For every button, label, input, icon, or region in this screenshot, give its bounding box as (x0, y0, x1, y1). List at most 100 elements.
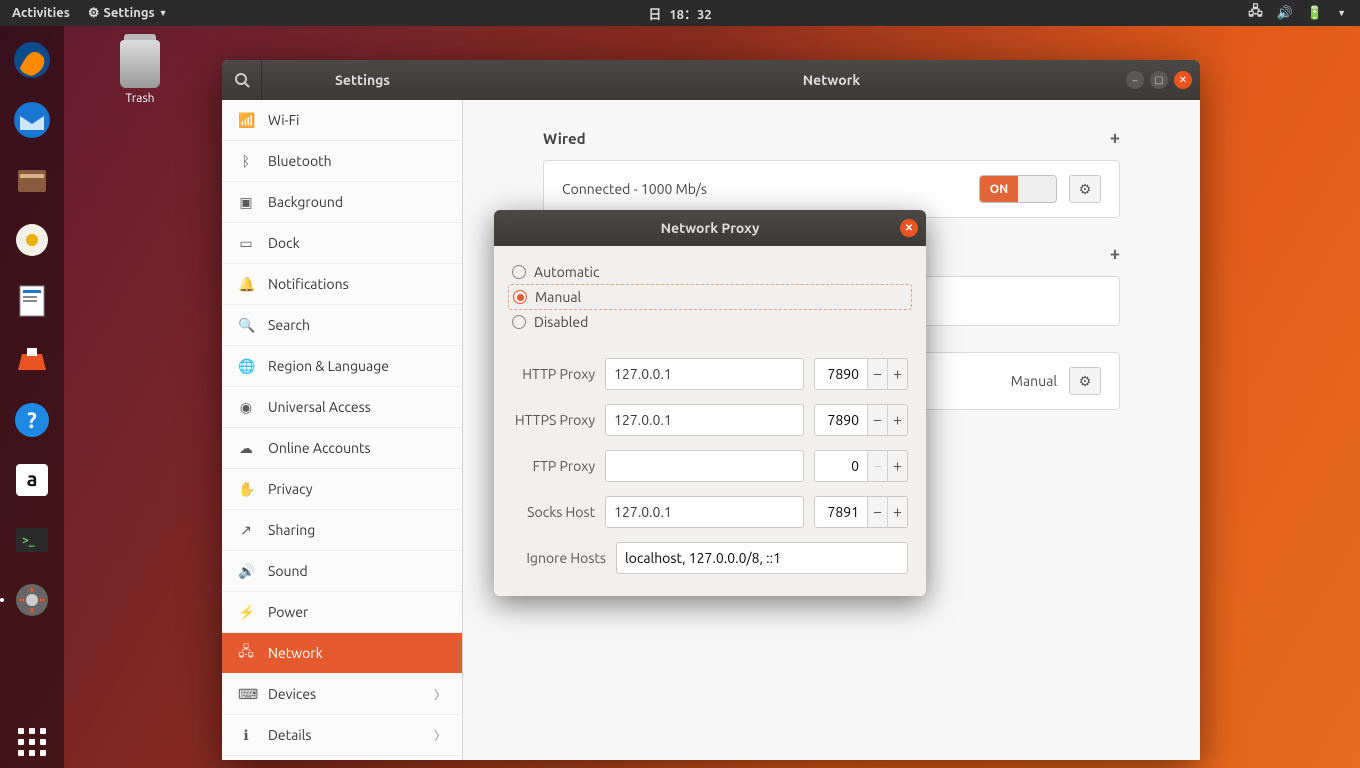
https-proxy-label: HTTPS Proxy (512, 412, 595, 428)
activities-button[interactable]: Activities (12, 6, 70, 20)
wifi-icon: 📶 (238, 112, 254, 129)
dialog-close-button[interactable]: ✕ (900, 219, 918, 237)
accessibility-icon: ◉ (238, 399, 254, 416)
gear-icon: ⚙ (88, 6, 100, 21)
dock-settings[interactable] (8, 576, 56, 624)
ignore-hosts-input[interactable] (616, 542, 908, 574)
sidebar-item-label: Power (268, 604, 308, 620)
sidebar-search-button[interactable] (222, 60, 262, 100)
search-icon: 🔍 (238, 317, 254, 334)
chevron-down-icon[interactable]: ▼ (1337, 8, 1346, 18)
volume-icon[interactable]: 🔊 (1277, 6, 1293, 21)
https-proxy-host-input[interactable] (605, 404, 804, 436)
clock-time: 18：32 (669, 4, 711, 23)
sidebar-item-background[interactable]: ▣ Background (222, 182, 462, 223)
clock-day: 日 (648, 4, 661, 23)
sidebar-item-label: Universal Access (268, 399, 371, 415)
http-proxy-port-input[interactable] (815, 359, 867, 389)
background-icon: ▣ (238, 194, 254, 211)
sidebar-item-privacy[interactable]: ✋Privacy (222, 469, 462, 510)
proxy-mode-automatic[interactable]: Automatic (512, 260, 908, 284)
add-wired-button[interactable]: + (1110, 128, 1120, 148)
sidebar-item-power[interactable]: ⚡Power (222, 592, 462, 633)
sidebar-item-wifi[interactable]: 📶Wi-Fi (222, 100, 462, 141)
dock-terminal[interactable]: >_ (8, 516, 56, 564)
hand-icon: ✋ (238, 481, 254, 498)
sidebar-item-label: Devices (268, 686, 316, 702)
port-increment-button[interactable]: + (887, 405, 907, 435)
port-decrement-button[interactable]: − (867, 405, 887, 435)
port-increment-button[interactable]: + (887, 497, 907, 527)
close-button[interactable]: ✕ (1174, 71, 1192, 89)
dock-software[interactable] (8, 336, 56, 384)
ftp-proxy-host-input[interactable] (605, 450, 804, 482)
dialog-titlebar: Network Proxy ✕ (494, 210, 926, 246)
sidebar-item-label: Background (268, 194, 343, 210)
add-vpn-button[interactable]: + (1110, 244, 1120, 264)
wired-toggle[interactable]: ON (979, 175, 1057, 203)
sidebar-item-sound[interactable]: 🔊Sound (222, 551, 462, 592)
sidebar-item-region[interactable]: 🌐 Region & Language (222, 346, 462, 387)
sidebar-item-devices[interactable]: ⌨Devices〉 (222, 674, 462, 715)
port-decrement-button[interactable]: − (867, 359, 887, 389)
trash-label: Trash (125, 92, 154, 105)
maximize-button[interactable]: ▢ (1150, 71, 1168, 89)
socks-port-input[interactable] (815, 497, 867, 527)
toggle-off-handle (1018, 176, 1056, 202)
sidebar-item-label: Sharing (268, 522, 315, 538)
app-menu[interactable]: ⚙ Settings ▼ (88, 6, 168, 21)
sidebar-item-online-accounts[interactable]: ☁Online Accounts (222, 428, 462, 469)
socks-host-input[interactable] (605, 496, 804, 528)
cloud-icon: ☁ (238, 440, 254, 457)
dialog-title: Network Proxy (661, 220, 760, 236)
dock-amazon[interactable]: a (8, 456, 56, 504)
sidebar-item-bluetooth[interactable]: ᛒBluetooth (222, 141, 462, 182)
port-increment-button[interactable]: + (887, 359, 907, 389)
dock-firefox[interactable] (8, 36, 56, 84)
dock-show-apps[interactable] (0, 728, 64, 756)
window-title: Network (463, 72, 1200, 88)
chevron-right-icon: 〉 (434, 686, 446, 703)
svg-text:?: ? (27, 408, 37, 433)
dock-thunderbird[interactable] (8, 96, 56, 144)
sidebar-item-label: Sound (268, 563, 308, 579)
radio-label: Disabled (534, 314, 588, 330)
globe-icon: 🌐 (238, 358, 254, 375)
dock-writer[interactable] (8, 276, 56, 324)
minimize-button[interactable]: – (1126, 71, 1144, 89)
sidebar-item-network[interactable]: 🖧Network (222, 633, 462, 674)
socks-port-spinner: − + (814, 496, 908, 528)
network-icon[interactable]: 🖧 (1248, 2, 1263, 24)
sidebar-item-notifications[interactable]: 🔔Notifications (222, 264, 462, 305)
proxy-dialog: Network Proxy ✕ Automatic Manual Disable… (494, 210, 926, 596)
http-proxy-host-input[interactable] (605, 358, 804, 390)
sidebar-item-sharing[interactable]: ↗Sharing (222, 510, 462, 551)
radio-icon (513, 290, 527, 304)
http-proxy-port-spinner: − + (814, 358, 908, 390)
wired-heading: Wired (543, 130, 586, 147)
proxy-mode-disabled[interactable]: Disabled (512, 310, 908, 334)
proxy-settings-button[interactable]: ⚙ (1069, 367, 1101, 395)
ignore-hosts-label: Ignore Hosts (512, 550, 606, 566)
sidebar-item-universal[interactable]: ◉ Universal Access (222, 387, 462, 428)
port-decrement-button[interactable]: − (867, 497, 887, 527)
sidebar-item-label: Region & Language (268, 358, 389, 374)
wired-settings-button[interactable]: ⚙ (1069, 175, 1101, 203)
dock-files[interactable] (8, 156, 56, 204)
https-proxy-port-input[interactable] (815, 405, 867, 435)
desktop-trash[interactable]: Trash (100, 40, 180, 105)
bluetooth-icon: ᛒ (238, 153, 254, 169)
ftp-proxy-port-input[interactable] (815, 451, 867, 481)
sidebar-item-details[interactable]: ℹDetails〉 (222, 715, 462, 756)
radio-label: Automatic (534, 264, 599, 280)
dock-rhythmbox[interactable] (8, 216, 56, 264)
chevron-down-icon: ▼ (159, 8, 168, 18)
port-increment-button[interactable]: + (887, 451, 907, 481)
chevron-right-icon: 〉 (434, 727, 446, 744)
sidebar-item-search[interactable]: 🔍Search (222, 305, 462, 346)
clock[interactable]: 日 18：32 (648, 4, 711, 23)
battery-icon[interactable]: 🔋 (1307, 6, 1323, 21)
proxy-mode-manual[interactable]: Manual (508, 284, 912, 310)
dock-help[interactable]: ? (8, 396, 56, 444)
sidebar-item-dock[interactable]: ▭Dock (222, 223, 462, 264)
